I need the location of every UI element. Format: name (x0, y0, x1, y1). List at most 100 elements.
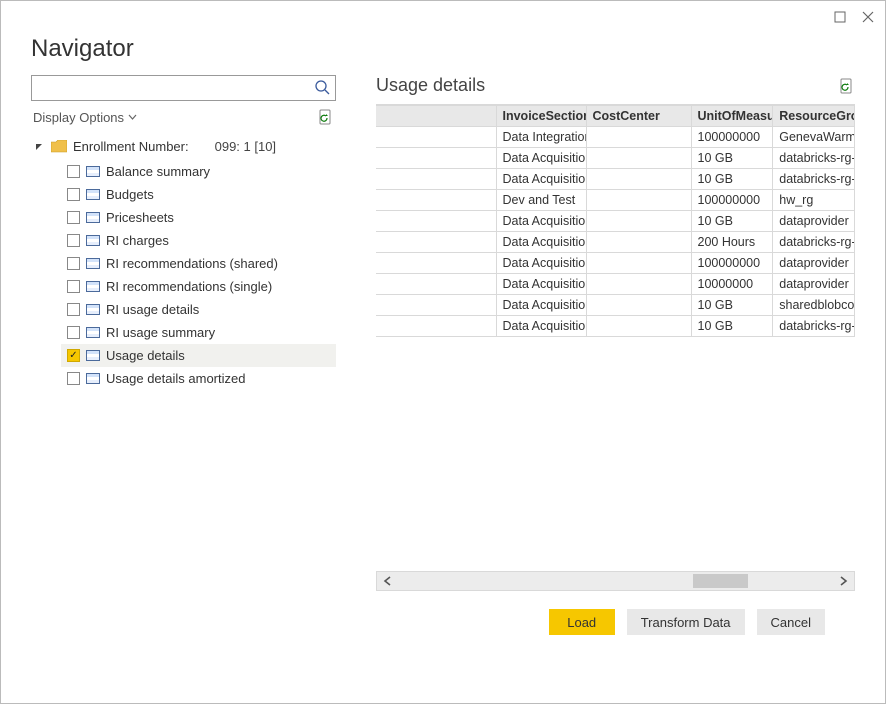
cancel-button[interactable]: Cancel (757, 609, 825, 635)
table-row[interactable]: Data Acquisition10000000dataprovider (376, 274, 855, 295)
cell (586, 295, 691, 316)
row-gutter (376, 127, 496, 148)
cell (586, 127, 691, 148)
table-row[interactable]: Data Acquisition100000000dataprovider (376, 253, 855, 274)
table-row[interactable]: Data Acquisition 10 GBsharedblobcopy (376, 295, 855, 316)
cell: 100000000 (691, 127, 773, 148)
scroll-left-button[interactable] (377, 572, 399, 590)
row-gutter (376, 274, 496, 295)
cell: Data Acquisition (496, 295, 586, 316)
table-row[interactable]: Data Acquisition10 GBdatabricks-rg-uae_d… (376, 316, 855, 337)
checkbox[interactable] (67, 234, 80, 247)
row-gutter (376, 211, 496, 232)
row-gutter (376, 295, 496, 316)
table-icon (86, 373, 100, 384)
checkbox[interactable] (67, 257, 80, 270)
tree-item-label: Budgets (106, 187, 154, 202)
table-row[interactable]: Dev and Test100000000hw_rg (376, 190, 855, 211)
display-options-dropdown[interactable]: Display Options (33, 110, 137, 125)
cell: 10 GB (691, 316, 773, 337)
preview-title: Usage details (376, 75, 485, 96)
cell: dataprovider (773, 253, 855, 274)
table-icon (86, 235, 100, 246)
table-icon (86, 350, 100, 361)
tree-item[interactable]: RI usage summary (61, 321, 336, 344)
scroll-thumb[interactable] (693, 574, 748, 588)
search-input[interactable] (31, 75, 336, 101)
tree-item-label: RI charges (106, 233, 169, 248)
horizontal-scrollbar[interactable] (376, 571, 855, 591)
cell (586, 211, 691, 232)
cell: Dev and Test (496, 190, 586, 211)
tree-root-enrollment[interactable]: Enrollment Number: 099: 1 [10] (31, 133, 336, 160)
tree-item[interactable]: Usage details amortized (61, 367, 336, 390)
search-icon[interactable] (314, 79, 330, 95)
search-row (31, 75, 336, 101)
column-header[interactable]: UnitOfMeasure (691, 106, 773, 127)
tree-item[interactable]: RI charges (61, 229, 336, 252)
cell: 10 GB (691, 169, 773, 190)
cell: databricks-rg-uae_databricks- (773, 169, 855, 190)
checkbox[interactable] (67, 280, 80, 293)
cell (586, 253, 691, 274)
table-icon (86, 212, 100, 223)
preview-table-wrap: InvoiceSectionCostCenterUnitOfMeasureRes… (376, 104, 855, 571)
tree-item[interactable]: RI usage details (61, 298, 336, 321)
scroll-track[interactable] (399, 572, 832, 590)
cell (586, 148, 691, 169)
display-options-label: Display Options (33, 110, 124, 125)
checkbox[interactable] (67, 211, 80, 224)
column-header[interactable]: CostCenter (586, 106, 691, 127)
table-icon (86, 327, 100, 338)
column-header[interactable]: ResourceGroup (773, 106, 855, 127)
table-row[interactable]: Data Acquisition200 Hoursdatabricks-rg-u… (376, 232, 855, 253)
refresh-preview-icon[interactable] (839, 78, 855, 94)
tree-item-label: RI usage details (106, 302, 199, 317)
tree-item[interactable]: ✓ Usage details (61, 344, 336, 367)
tree-root-value: 099: 1 [10] (215, 139, 276, 154)
checkbox[interactable] (67, 303, 80, 316)
table-row[interactable]: Data Integration100000000GenevaWarmPathM… (376, 127, 855, 148)
cell: dataprovider (773, 211, 855, 232)
cell: Data Acquisition (496, 169, 586, 190)
refresh-tree-icon[interactable] (318, 109, 334, 125)
cell: 10 GB (691, 148, 773, 169)
checkbox[interactable] (67, 188, 80, 201)
maximize-button[interactable] (833, 10, 847, 24)
table-row[interactable]: Data Acquisition10 GBdatabricks-rg-uae_d… (376, 148, 855, 169)
preview-table[interactable]: InvoiceSectionCostCenterUnitOfMeasureRes… (376, 105, 855, 337)
checkbox[interactable] (67, 165, 80, 178)
cell: Data Acquisition (496, 148, 586, 169)
cell (586, 169, 691, 190)
close-button[interactable] (861, 10, 875, 24)
cell: Data Acquisition (496, 274, 586, 295)
tree-item[interactable]: RI recommendations (single) (61, 275, 336, 298)
checkbox[interactable] (67, 326, 80, 339)
cell: hw_rg (773, 190, 855, 211)
tree-root-label: Enrollment Number: (73, 139, 189, 154)
tree-item-label: Usage details (106, 348, 185, 363)
scroll-right-button[interactable] (832, 572, 854, 590)
tree-item[interactable]: Balance summary (61, 160, 336, 183)
preview-panel: Usage details InvoiceSectionCostCenterUn… (376, 75, 855, 635)
column-header[interactable]: InvoiceSection (496, 106, 586, 127)
tree-item[interactable]: Budgets (61, 183, 336, 206)
transform-data-button[interactable]: Transform Data (627, 609, 745, 635)
row-gutter (376, 316, 496, 337)
cell: Data Acquisition (496, 211, 586, 232)
tree-item[interactable]: Pricesheets (61, 206, 336, 229)
checkbox[interactable] (67, 372, 80, 385)
load-button[interactable]: Load (549, 609, 615, 635)
row-gutter (376, 169, 496, 190)
cell: sharedblobcopy (773, 295, 855, 316)
table-row[interactable]: Data Acquisition 10 GBdatabricks-rg-uae_d… (376, 169, 855, 190)
cell: 200 Hours (691, 232, 773, 253)
table-row[interactable]: Data Acquisition 10 GBdataprovider (376, 211, 855, 232)
table-icon (86, 304, 100, 315)
cell: 10 GB (691, 295, 773, 316)
cell: databricks-rg-uae_databricks- (773, 316, 855, 337)
checkbox[interactable]: ✓ (67, 349, 80, 362)
cell: 10 GB (691, 211, 773, 232)
expand-collapse-icon[interactable] (35, 143, 45, 151)
tree-item[interactable]: RI recommendations (shared) (61, 252, 336, 275)
